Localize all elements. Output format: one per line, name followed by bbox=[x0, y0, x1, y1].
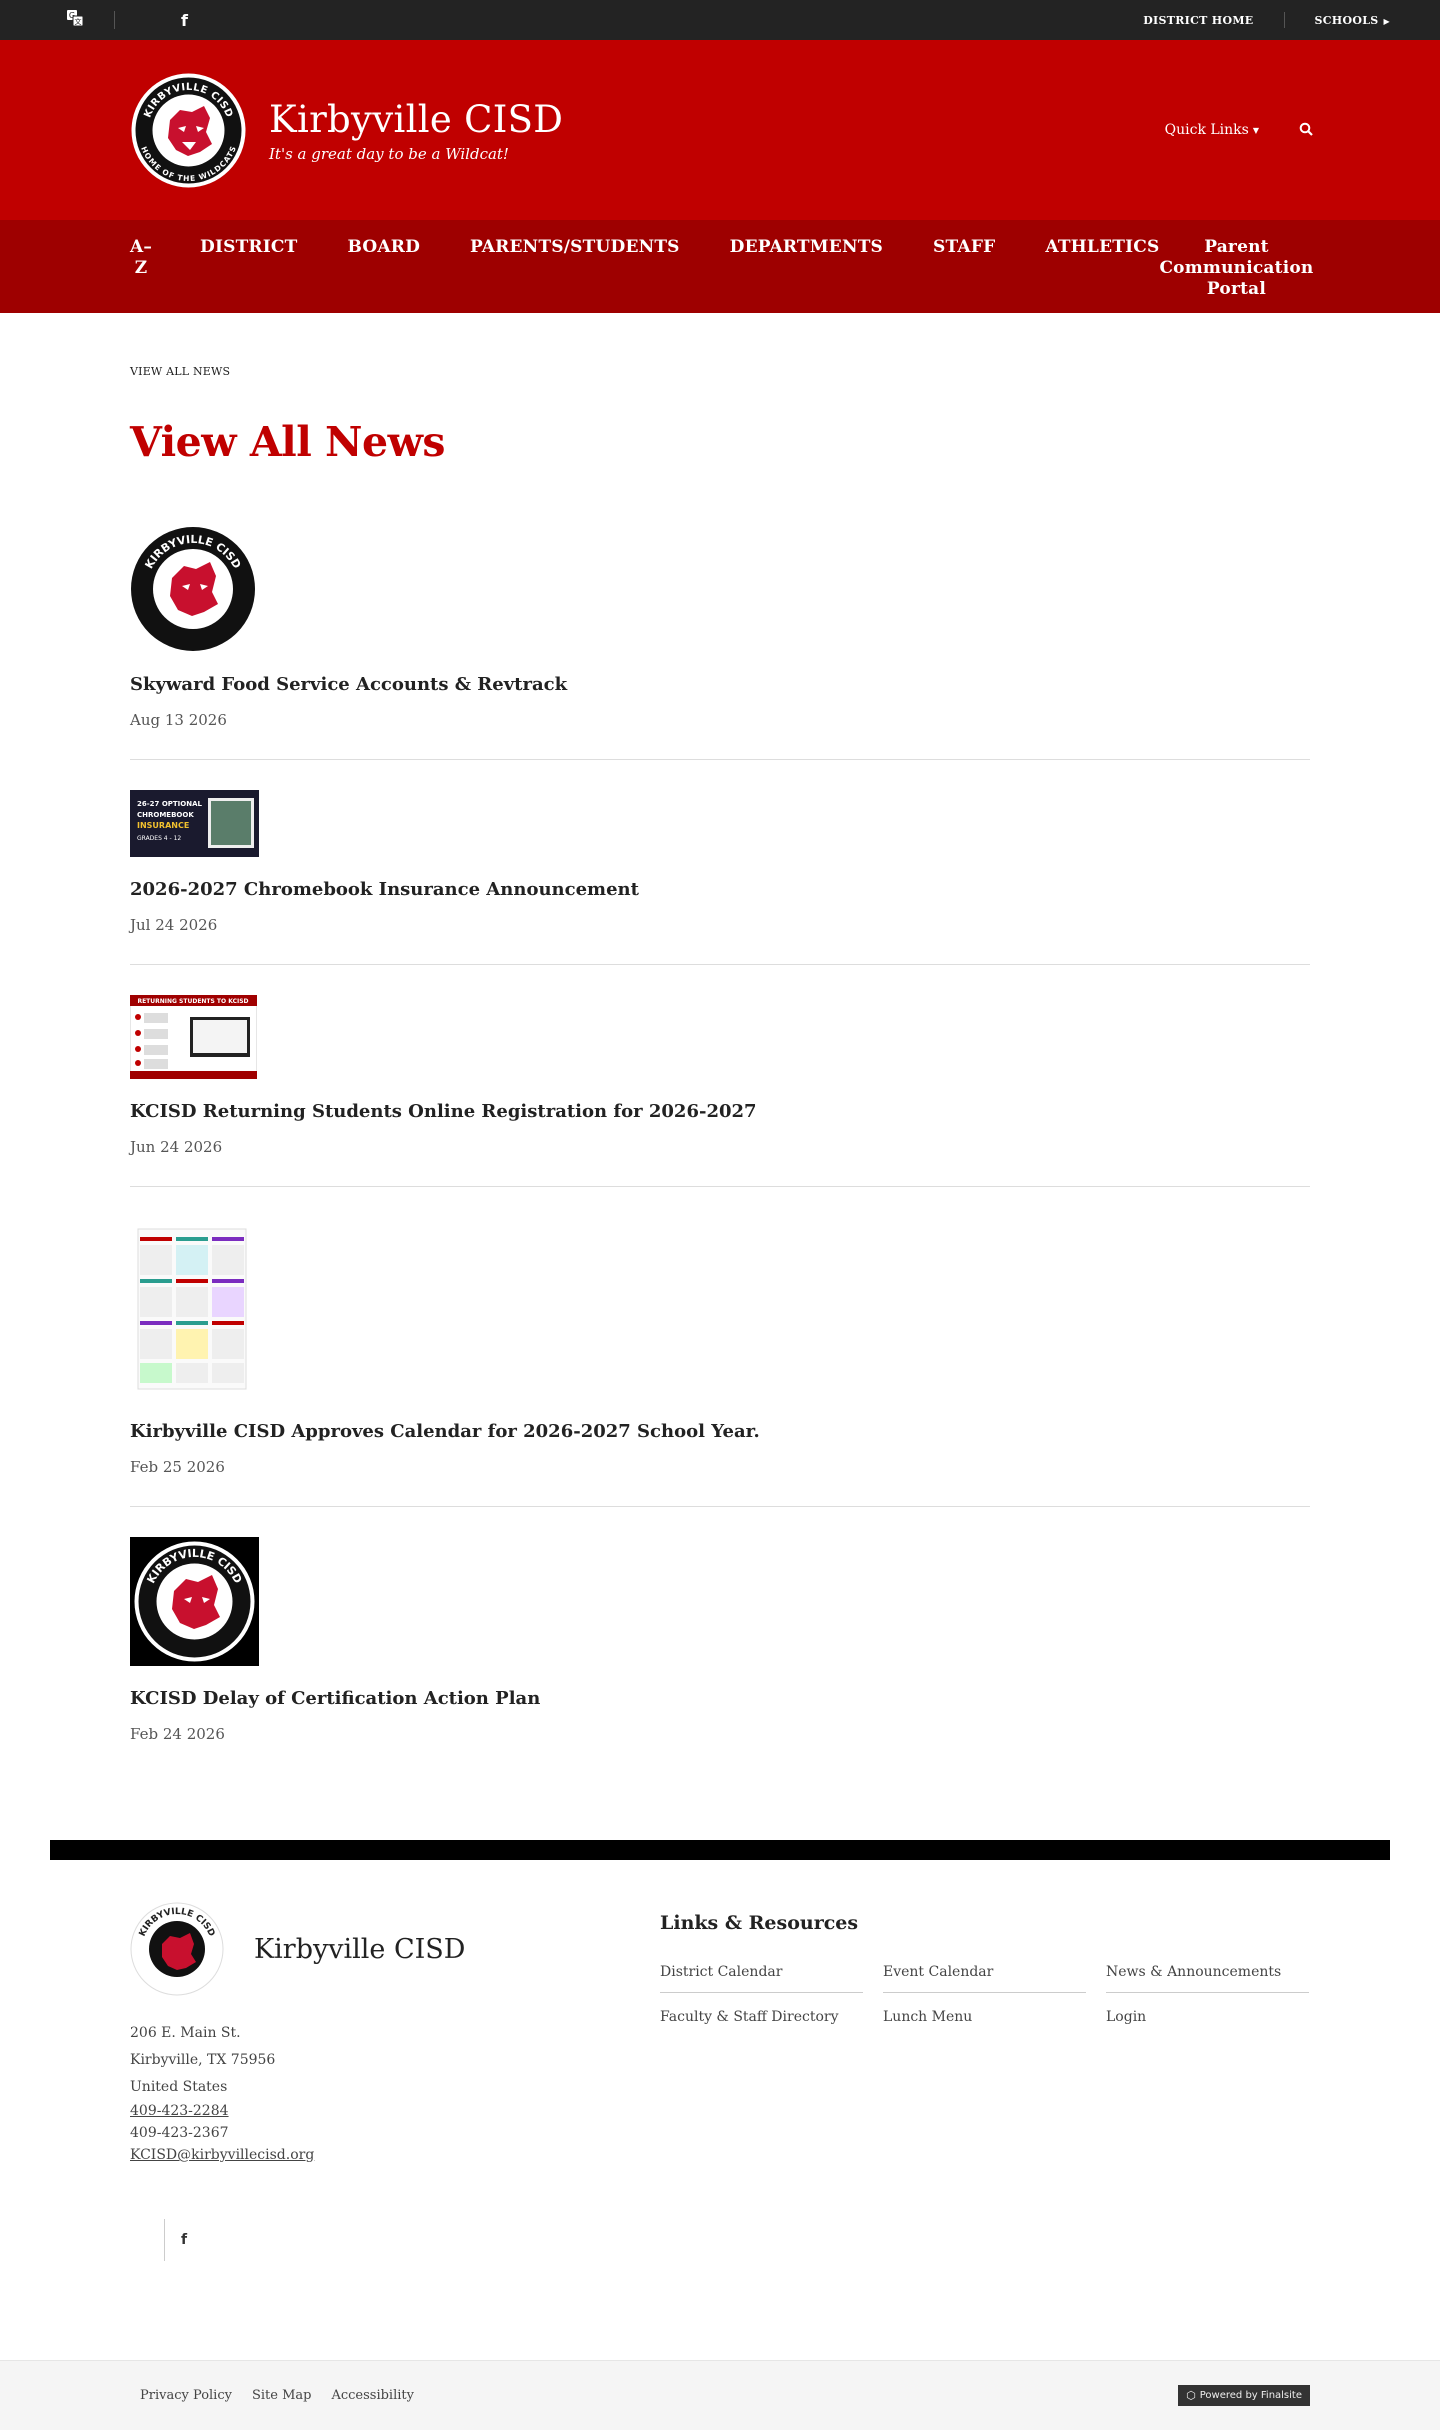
footer-logo: KIRBYVILLE CISD bbox=[130, 1902, 224, 1996]
nav-item-staff[interactable]: STAFF bbox=[933, 220, 995, 258]
news-thumbnail[interactable]: KIRBYVILLE CISD bbox=[130, 526, 1310, 656]
news-item: KIRBYVILLE CISD Skyward Food Service Acc… bbox=[130, 526, 1310, 760]
footer-link-login[interactable]: Login bbox=[1106, 2009, 1309, 2037]
news-list: KIRBYVILLE CISD Skyward Food Service Acc… bbox=[129, 526, 1310, 1773]
facebook-icon[interactable]: f bbox=[181, 11, 188, 30]
footer-contact: KIRBYVILLE CISD Kirbyville CISD 206 E. M… bbox=[130, 1902, 660, 2360]
footer-brand: KIRBYVILLE CISD Kirbyville CISD bbox=[130, 1902, 660, 1996]
news-thumbnail[interactable]: 26-27 OPTIONAL CHROMEBOOK INSURANCE GRAD… bbox=[130, 790, 1310, 861]
links-title: Links & Resources bbox=[660, 1912, 859, 1934]
svg-text:文: 文 bbox=[75, 17, 82, 26]
nav-item-departments[interactable]: DEPARTMENTS bbox=[730, 220, 883, 258]
header-tools: Quick Links ▼ bbox=[1165, 121, 1313, 140]
news-image-logo: KIRBYVILLE CISD bbox=[130, 526, 256, 652]
nav-item-parents-students[interactable]: PARENTS/STUDENTS bbox=[470, 220, 680, 258]
page-title: View All News bbox=[130, 418, 446, 466]
footer-link-event-calendar[interactable]: Event Calendar bbox=[883, 1964, 1086, 1993]
breadcrumb: VIEW ALL NEWS bbox=[130, 365, 231, 378]
district-logo: KIRBYVILLE CISD HOME OF THE WILDCATS bbox=[131, 73, 246, 187]
nav-item-board[interactable]: BOARD bbox=[347, 220, 420, 258]
news-date: Jul 24 2026 bbox=[130, 916, 218, 934]
quick-links-label: Quick Links bbox=[1164, 122, 1249, 138]
facebook-icon[interactable]: f bbox=[181, 2232, 187, 2248]
caret-right-icon: ▶ bbox=[1383, 15, 1390, 26]
news-title-link[interactable]: Skyward Food Service Accounts & Revtrack bbox=[130, 674, 1310, 695]
email-link[interactable]: KCISD@kirbyvillecisd.org bbox=[130, 2145, 660, 2165]
phone-link[interactable]: 409-423-2284 bbox=[130, 2101, 660, 2121]
address-line: Kirbyville, TX 75956 bbox=[130, 2052, 276, 2068]
caret-down-icon: ▼ bbox=[1252, 125, 1259, 135]
thumb-text: RETURNING STUDENTS TO KCISD bbox=[137, 998, 248, 1005]
footer-links: Links & Resources District Calendar Even… bbox=[660, 1902, 1310, 2360]
site-map-link[interactable]: Site Map bbox=[252, 2388, 312, 2403]
address-country: United States bbox=[130, 2079, 228, 2095]
nav-item-district[interactable]: DISTRICT bbox=[200, 220, 297, 258]
news-date: Feb 25 2026 bbox=[130, 1458, 225, 1476]
thumb-text: INSURANCE bbox=[137, 821, 189, 830]
powered-by-label: Powered by Finalsite bbox=[1199, 2390, 1302, 2401]
nav-item-a-z[interactable]: A–Z bbox=[130, 220, 152, 279]
site-tagline: It's a great day to be a Wildcat! bbox=[269, 144, 509, 163]
news-title-link[interactable]: KCISD Delay of Certification Action Plan bbox=[130, 1688, 1310, 1709]
news-title-link[interactable]: KCISD Returning Students Online Registra… bbox=[130, 1101, 1310, 1122]
footer-site-name: Kirbyville CISD bbox=[254, 1933, 466, 1965]
powered-by-badge[interactable]: ⬡ Powered by Finalsite bbox=[1178, 2385, 1310, 2406]
news-item: 26-27 OPTIONAL CHROMEBOOK INSURANCE GRAD… bbox=[130, 790, 1310, 965]
accessibility-link[interactable]: Accessibility bbox=[331, 2388, 414, 2403]
district-home-link[interactable]: DISTRICT HOME bbox=[1143, 14, 1253, 27]
finalsite-icon: ⬡ bbox=[1186, 2389, 1196, 2402]
fax-number: 409-423-2367 bbox=[130, 2125, 229, 2141]
news-title-link[interactable]: 2026-2027 Chromebook Insurance Announcem… bbox=[130, 879, 1310, 900]
bottom-bar: Privacy Policy Site Map Accessibility ⬡ … bbox=[0, 2360, 1440, 2430]
news-thumbnail[interactable] bbox=[130, 1217, 1310, 1403]
privacy-policy-link[interactable]: Privacy Policy bbox=[140, 2388, 232, 2403]
utility-left: G文 f bbox=[66, 9, 188, 31]
news-thumbnail[interactable]: KIRBYVILLE CISD bbox=[130, 1537, 1310, 1670]
footer-divider-bar bbox=[50, 1840, 1390, 1860]
news-image-calendar bbox=[130, 1217, 254, 1399]
news-image-registration: RETURNING STUDENTS TO KCISD bbox=[129, 994, 258, 1080]
news-image-chromebook: 26-27 OPTIONAL CHROMEBOOK INSURANCE GRAD… bbox=[130, 790, 259, 857]
links-grid: District Calendar Event Calendar News & … bbox=[660, 1964, 1310, 2053]
thumb-text: GRADES 4 - 12 bbox=[137, 835, 181, 842]
footer-link-lunch-menu[interactable]: Lunch Menu bbox=[883, 2009, 1086, 2037]
thumb-text: CHROMEBOOK bbox=[137, 811, 194, 819]
footer-link-district-calendar[interactable]: District Calendar bbox=[660, 1964, 863, 1993]
schools-label: SCHOOLS bbox=[1314, 13, 1379, 27]
footer-link-staff-directory[interactable]: Faculty & Staff Directory bbox=[660, 2009, 863, 2037]
utility-divider bbox=[114, 11, 115, 29]
news-date: Jun 24 2026 bbox=[130, 1138, 223, 1156]
schools-menu[interactable]: SCHOOLS ▶ bbox=[1315, 14, 1391, 27]
quick-links-menu[interactable]: Quick Links ▼ bbox=[1165, 122, 1259, 138]
legal-links: Privacy Policy Site Map Accessibility bbox=[140, 2388, 434, 2403]
nav-item-athletics[interactable]: ATHLETICS bbox=[1045, 220, 1159, 258]
brand-text: Kirbyville CISD It's a great day to be a… bbox=[269, 98, 563, 163]
news-item: Kirbyville CISD Approves Calendar for 20… bbox=[130, 1217, 1310, 1507]
news-thumbnail[interactable]: RETURNING STUDENTS TO KCISD bbox=[129, 994, 1310, 1083]
translate-icon[interactable]: G文 bbox=[66, 9, 84, 31]
news-item: RETURNING STUDENTS TO KCISD KCISD Return… bbox=[129, 994, 1310, 1187]
utility-right: DISTRICT HOME SCHOOLS ▶ bbox=[1143, 12, 1390, 28]
news-item: KIRBYVILLE CISD KCISD Delay of Certifica… bbox=[130, 1537, 1310, 1773]
site-footer: KIRBYVILLE CISD Kirbyville CISD 206 E. M… bbox=[0, 1860, 1440, 2360]
main-nav: A–Z DISTRICT BOARD PARENTS/STUDENTS DEPA… bbox=[0, 220, 1440, 313]
address-line: 206 E. Main St. bbox=[130, 2025, 241, 2041]
footer-link-news[interactable]: News & Announcements bbox=[1106, 1964, 1309, 1993]
news-date: Aug 13 2026 bbox=[130, 711, 227, 729]
news-title-link[interactable]: Kirbyville CISD Approves Calendar for 20… bbox=[130, 1421, 1310, 1442]
nav-item-parent-portal[interactable]: Parent Communication Portal bbox=[1159, 220, 1313, 300]
utility-divider bbox=[1283, 12, 1285, 28]
main-content: VIEW ALL NEWS View All News KIRBYVILLE C… bbox=[0, 313, 1440, 1773]
brand-home-link[interactable]: KIRBYVILLE CISD HOME OF THE WILDCATS Kir… bbox=[130, 72, 563, 189]
footer-address: 206 E. Main St. Kirbyville, TX 75956 Uni… bbox=[130, 2020, 660, 2165]
search-icon[interactable] bbox=[1299, 121, 1313, 140]
site-name: Kirbyville CISD bbox=[269, 97, 564, 141]
site-header: KIRBYVILLE CISD HOME OF THE WILDCATS Kir… bbox=[0, 40, 1440, 220]
utility-bar: G文 f DISTRICT HOME SCHOOLS ▶ bbox=[0, 0, 1440, 40]
news-date: Feb 24 2026 bbox=[130, 1725, 225, 1743]
news-image-logo: KIRBYVILLE CISD bbox=[130, 1537, 259, 1666]
thumb-text: 26-27 OPTIONAL bbox=[137, 800, 203, 808]
footer-social: f bbox=[164, 2219, 660, 2261]
